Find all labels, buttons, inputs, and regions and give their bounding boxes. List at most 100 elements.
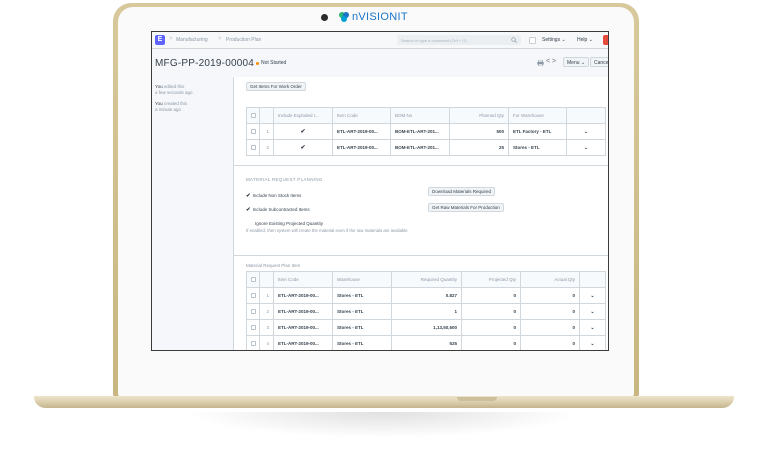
required-qty-cell[interactable]: 0.827 <box>391 287 462 304</box>
app-home-icon[interactable]: E <box>155 35 165 45</box>
include-subcontracted-label: Include Subcontracted Items <box>252 207 310 212</box>
chevron-down-icon: ⌄ <box>580 60 586 66</box>
warehouse-cell[interactable]: Stores - ETL <box>332 303 392 320</box>
table-row[interactable]: 2 ETL-ART-2019-00... Stores - ETL 1 0 0 … <box>246 303 606 320</box>
app-screen: E > Manufacturing > Production Plan Sear… <box>151 31 609 351</box>
brand-logo-icon <box>339 12 349 22</box>
row-checkbox[interactable] <box>246 303 260 320</box>
section-title-mrp: MATERIAL REQUEST PLANNING <box>246 177 323 182</box>
breadcrumb-separator: > <box>218 36 222 42</box>
projected-qty-cell[interactable]: 0 <box>461 335 521 350</box>
warehouse-cell[interactable]: Stores - ETL <box>332 319 392 336</box>
required-qty-cell[interactable]: 1,13,50,500 <box>391 319 462 336</box>
check-icon: ✔ <box>246 207 251 213</box>
breadcrumb-manufacturing[interactable]: Manufacturing <box>176 37 208 43</box>
download-materials-button[interactable]: Download Materials Required <box>428 187 496 196</box>
chevron-down-icon: ⌄ <box>561 37 566 43</box>
projected-qty-cell[interactable]: 0 <box>461 319 521 336</box>
ignore-projected-help: If enabled, then system will create the … <box>246 228 408 233</box>
projected-qty-cell[interactable]: 0 <box>461 303 521 320</box>
settings-menu[interactable]: Settings ⌄ <box>542 37 566 43</box>
row-checkbox[interactable] <box>246 319 260 336</box>
row-checkbox[interactable] <box>246 335 260 350</box>
row-index: 3 <box>259 319 274 336</box>
item-code-cell[interactable]: ETL-ART-2019-00... <box>332 123 391 140</box>
column-header-warehouse: Warehouse <box>332 271 392 288</box>
select-all-checkbox[interactable] <box>246 271 260 288</box>
menu-label: Menu <box>567 60 580 66</box>
camera-icon <box>321 14 328 21</box>
table-header-row: Include Exploded I... Item Code BOM No P… <box>246 107 606 124</box>
actual-qty-cell[interactable]: 0 <box>520 287 580 304</box>
notifications-icon[interactable] <box>529 37 536 44</box>
work-order-items-table: Include Exploded I... Item Code BOM No P… <box>246 107 606 156</box>
item-code-cell[interactable]: ETL-ART-2019-00... <box>332 139 391 156</box>
projected-qty-cell[interactable]: 0 <box>461 287 521 304</box>
required-qty-cell[interactable]: 525 <box>391 335 462 350</box>
column-header-item-code: Item Code <box>332 107 391 124</box>
table-row[interactable]: 2 ✔ ETL-ART-2019-00... BOM-ETL-ART-201..… <box>246 139 606 156</box>
actual-qty-cell[interactable]: 0 <box>520 335 580 350</box>
section-divider <box>234 165 608 166</box>
print-icon[interactable] <box>537 60 544 66</box>
breadcrumb-production-plan[interactable]: Production Plan <box>226 37 261 43</box>
column-header-bom-no: BOM No <box>390 107 450 124</box>
status-badge: Not Started <box>261 60 287 66</box>
bom-no-cell[interactable]: BOM-ETL-ART-201... <box>390 139 450 156</box>
include-non-stock-checkbox[interactable]: ✔ Include Non Stock Items <box>246 193 301 199</box>
row-index: 1 <box>259 123 274 140</box>
user-avatar[interactable] <box>603 35 608 45</box>
select-all-checkbox[interactable] <box>246 107 260 124</box>
chevron-down-icon[interactable]: ⌄ <box>579 319 606 336</box>
item-code-cell[interactable]: ETL-ART-2019-00... <box>273 335 333 350</box>
edited-text: edited this <box>163 84 185 89</box>
chevron-down-icon[interactable]: ⌄ <box>579 287 606 304</box>
laptop-notch <box>457 397 497 401</box>
item-code-cell[interactable]: ETL-ART-2019-00... <box>273 287 333 304</box>
row-checkbox[interactable] <box>246 287 260 304</box>
item-code-cell[interactable]: ETL-ART-2019-00... <box>273 319 333 336</box>
required-qty-cell[interactable]: 1 <box>391 303 462 320</box>
include-non-stock-label: Include Non Stock Items <box>252 193 302 198</box>
created-by: You <box>155 101 163 106</box>
help-menu[interactable]: Help ⌄ <box>577 37 593 43</box>
chevron-down-icon[interactable]: ⌄ <box>566 123 606 140</box>
column-header-for-warehouse: For Warehouse <box>508 107 567 124</box>
row-checkbox[interactable] <box>246 123 260 140</box>
ignore-projected-label: Ignore Existing Projected Quantity <box>255 221 324 226</box>
table-header-row: Item Code Warehouse Required Quantity Pr… <box>246 271 606 288</box>
table-row[interactable]: 3 ETL-ART-2019-00... Stores - ETL 1,13,5… <box>246 319 606 336</box>
get-raw-materials-button[interactable]: Get Raw Materials For Production <box>428 203 504 212</box>
bom-no-cell[interactable]: BOM-ETL-ART-201... <box>390 123 450 140</box>
warehouse-cell[interactable]: Stores - ETL <box>332 335 392 350</box>
material-plan-label: Material Request Plan Item <box>246 263 301 268</box>
ignore-projected-checkbox[interactable]: Ignore Existing Projected Quantity <box>255 221 323 226</box>
row-checkbox[interactable] <box>246 139 260 156</box>
menu-button[interactable]: Menu ⌄ <box>563 57 590 67</box>
chevron-down-icon: ⌄ <box>588 37 593 43</box>
cancel-button[interactable]: Cancel <box>590 57 608 67</box>
search-input[interactable]: Search or type a command (Ctrl + G) <box>397 35 521 45</box>
table-row[interactable]: 4 ETL-ART-2019-00... Stores - ETL 525 0 … <box>246 335 606 350</box>
warehouse-cell[interactable]: Stores - ETL <box>508 139 567 156</box>
warehouse-cell[interactable]: Stores - ETL <box>332 287 392 304</box>
include-subcontracted-checkbox[interactable]: ✔ Include Subcontracted Items <box>246 207 310 213</box>
table-row[interactable]: 1 ETL-ART-2019-00... Stores - ETL 0.827 … <box>246 287 606 304</box>
planned-qty-cell[interactable]: 500 <box>449 123 509 140</box>
actual-qty-cell[interactable]: 0 <box>520 319 580 336</box>
chevron-down-icon[interactable]: ⌄ <box>579 303 606 320</box>
get-items-for-work-order-button[interactable]: Get Items For Work Order <box>246 82 306 91</box>
column-header-index <box>259 107 274 124</box>
table-row[interactable]: 1 ✔ ETL-ART-2019-00... BOM-ETL-ART-201..… <box>246 123 606 140</box>
item-code-cell[interactable]: ETL-ART-2019-00... <box>273 303 333 320</box>
column-header-actual-qty: Actual Qty <box>520 271 580 288</box>
actual-qty-cell[interactable]: 0 <box>520 303 580 320</box>
chevron-down-icon[interactable]: ⌄ <box>566 139 606 156</box>
edited-note: You edited this a few seconds ago <box>155 84 193 96</box>
prev-next-pager[interactable]: < > <box>546 58 556 65</box>
chevron-down-icon[interactable]: ⌄ <box>579 335 606 350</box>
settings-label: Settings <box>542 37 561 43</box>
check-icon: ✔ <box>246 193 251 199</box>
warehouse-cell[interactable]: ETL Factory - ETL <box>508 123 567 140</box>
planned-qty-cell[interactable]: 25 <box>449 139 509 156</box>
